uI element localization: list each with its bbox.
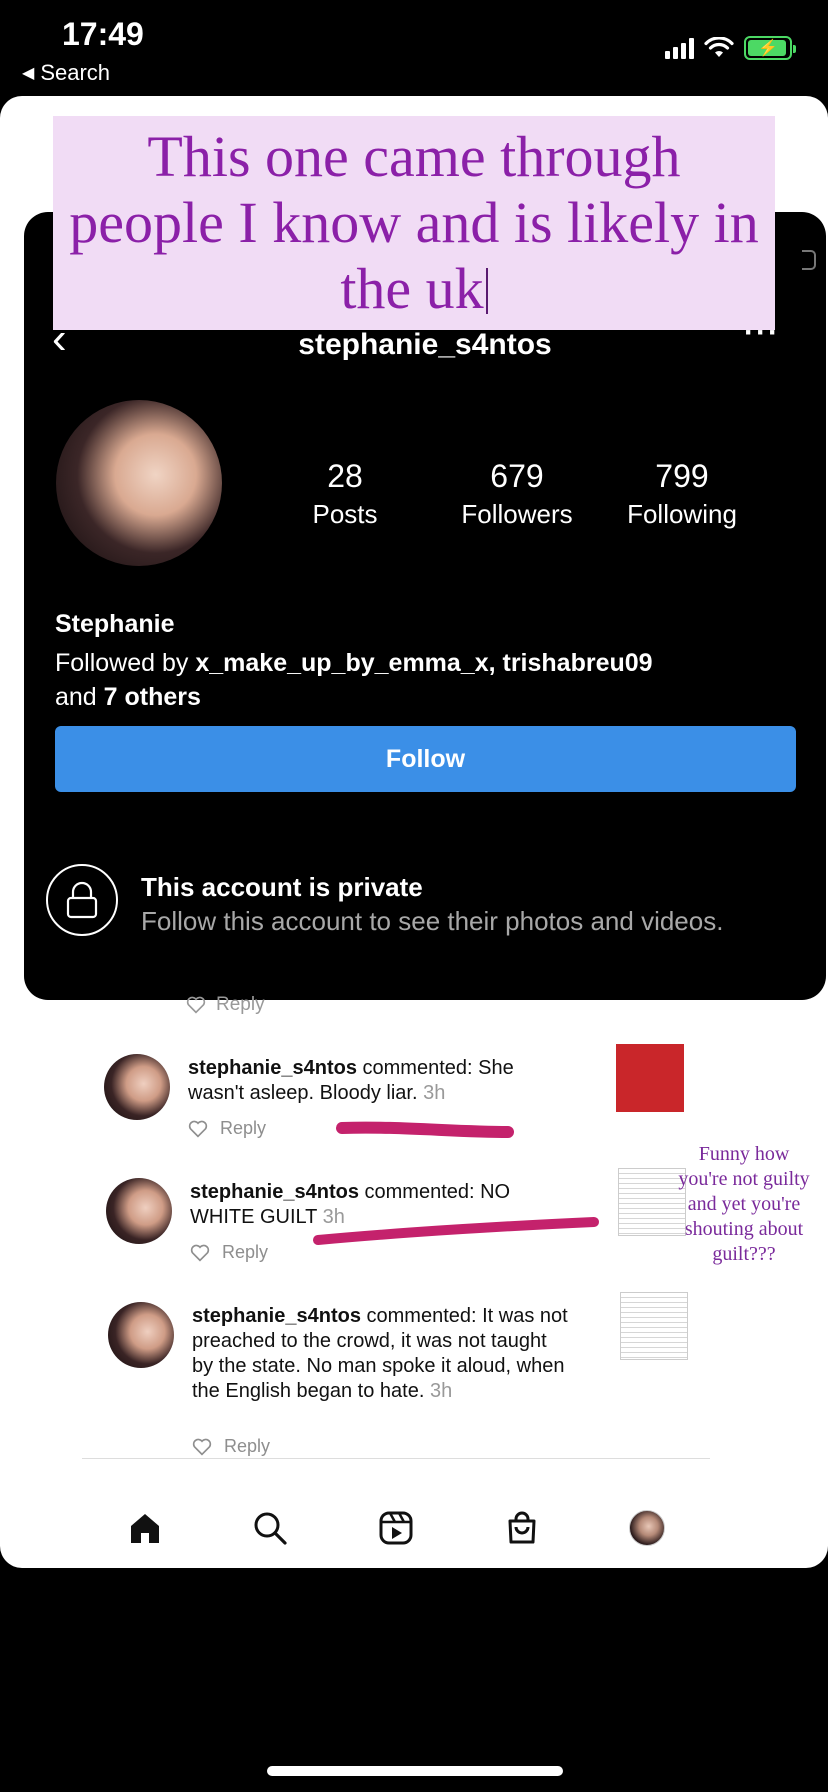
profile-avatar <box>629 1510 666 1546</box>
comment-user[interactable]: stephanie_s4ntos <box>190 1181 359 1203</box>
posts-count: 28 <box>327 458 363 494</box>
cellular-signal-icon <box>665 37 694 59</box>
followed-others: 7 others <box>103 683 201 711</box>
status-time: 17:49 <box>62 16 144 52</box>
nav-search[interactable] <box>248 1506 292 1550</box>
story-card: ‹ stephanie_s4ntos ··· 28 Posts 679 Foll… <box>0 96 828 1568</box>
comment-reply-button[interactable]: Reply <box>190 1242 268 1263</box>
comment-reply-button[interactable]: Reply <box>188 1118 266 1139</box>
comment-time: 3h <box>417 1082 446 1104</box>
private-subtitle: Follow this account to see their photos … <box>141 906 724 936</box>
reply-label: Reply <box>222 1242 269 1262</box>
following-label: Following <box>627 499 737 529</box>
back-triangle-icon: ◀ <box>22 65 35 82</box>
profile-screenshot: ‹ stephanie_s4ntos ··· 28 Posts 679 Foll… <box>24 212 826 1000</box>
nav-shop[interactable] <box>500 1506 544 1550</box>
followed-prefix: Followed by <box>55 649 196 677</box>
status-icons: ⚡ <box>665 36 796 60</box>
comment-user[interactable]: stephanie_s4ntos <box>192 1305 361 1327</box>
battery-icon: ⚡ <box>744 36 796 60</box>
comment-avatar[interactable] <box>108 1302 174 1368</box>
following-count: 799 <box>655 458 709 494</box>
heart-icon <box>190 1244 210 1262</box>
heart-icon <box>188 1120 208 1138</box>
handwritten-note: Funny how you're not guilty and yet you'… <box>678 1143 810 1265</box>
back-label: Search <box>40 60 111 85</box>
strike-mark <box>313 1217 599 1245</box>
followers-count: 679 <box>490 458 544 494</box>
heart-icon <box>186 996 206 1014</box>
comment-text: stephanie_s4ntos commented: She wasn't a… <box>188 1056 568 1106</box>
comments-divider <box>82 1458 710 1459</box>
story-caption: This one came through people I know and … <box>53 116 775 330</box>
comment-avatar[interactable] <box>104 1054 170 1120</box>
profile-avatar[interactable] <box>56 400 222 566</box>
search-icon <box>254 1512 287 1545</box>
wifi-icon <box>704 37 734 57</box>
strike-mark <box>336 1121 514 1138</box>
profile-name: Stephanie <box>55 610 175 638</box>
reply-label: Reply <box>224 1436 271 1456</box>
reels-icon <box>379 1511 413 1545</box>
comment-thumbnail[interactable] <box>616 1044 684 1112</box>
shop-icon <box>508 1511 536 1544</box>
profile-username: stephanie_s4ntos <box>298 328 552 361</box>
nav-reels[interactable] <box>374 1506 418 1550</box>
stat-following[interactable]: 799 Following <box>614 458 750 530</box>
comment-user[interactable]: stephanie_s4ntos <box>188 1057 357 1079</box>
followers-label: Followers <box>461 499 573 529</box>
screenshot-battery-stub <box>802 250 816 270</box>
posts-label: Posts <box>312 499 378 529</box>
bottom-nav <box>82 1496 710 1560</box>
heart-icon <box>192 1438 212 1456</box>
followed-and: and <box>55 683 104 711</box>
comment-time: 3h <box>424 1380 453 1402</box>
comment-thumbnail[interactable] <box>620 1292 688 1360</box>
nav-home[interactable] <box>123 1506 167 1550</box>
followed-by-text[interactable]: Followed by x_make_up_by_emma_x, trishab… <box>55 646 775 714</box>
text-caret <box>485 268 488 314</box>
comment-text: stephanie_s4ntos commented: It was not p… <box>192 1304 572 1404</box>
stat-posts[interactable]: 28 Posts <box>290 458 400 530</box>
home-indicator <box>267 1766 563 1776</box>
private-title: This account is private <box>141 872 423 902</box>
nav-profile[interactable] <box>625 1506 669 1550</box>
followed-users: x_make_up_by_emma_x, trishabreu09 <box>195 649 653 677</box>
caption-text: This one came through people I know and … <box>69 124 759 321</box>
status-back-link[interactable]: ◀ Search <box>22 60 110 86</box>
lock-icon <box>46 864 118 936</box>
reply-label: Reply <box>220 1118 267 1138</box>
top-reply-button[interactable]: Reply <box>186 994 265 1016</box>
reply-label: Reply <box>216 994 265 1015</box>
comment-reply-button[interactable]: Reply <box>192 1436 270 1457</box>
follow-button[interactable]: Follow <box>55 726 796 792</box>
stat-followers[interactable]: 679 Followers <box>442 458 592 530</box>
comment-avatar[interactable] <box>106 1178 172 1244</box>
home-icon <box>130 1514 159 1543</box>
